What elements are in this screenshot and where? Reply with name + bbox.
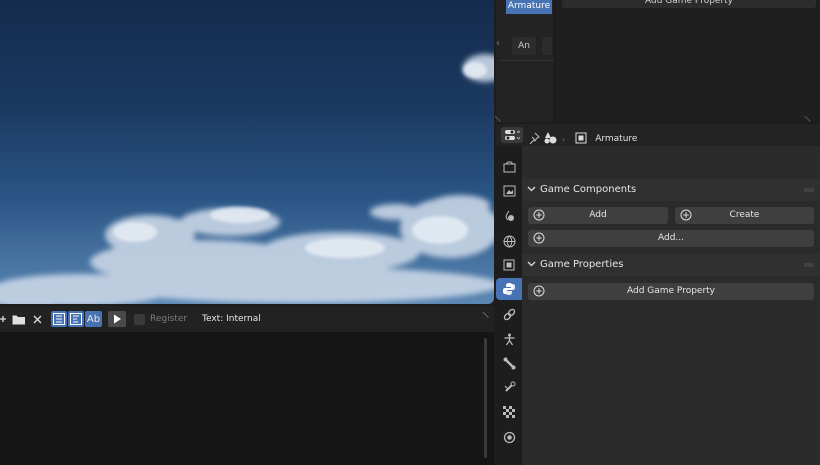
scrollbar[interactable] bbox=[484, 338, 487, 458]
breadcrumb-separator-icon: › bbox=[562, 134, 566, 144]
corner-handle-icon[interactable] bbox=[494, 109, 507, 123]
corner-handle-icon[interactable] bbox=[804, 109, 817, 123]
armature-item[interactable]: Armature bbox=[506, 0, 552, 14]
sky-background bbox=[0, 54, 494, 304]
drag-grip-icon[interactable] bbox=[804, 263, 814, 267]
physics-icon[interactable] bbox=[498, 303, 520, 325]
register-label: Register bbox=[150, 314, 188, 324]
add-game-property-button-top[interactable]: Add Game Property bbox=[562, 0, 816, 8]
text-editor-body[interactable] bbox=[0, 332, 494, 465]
line-numbers-icon[interactable] bbox=[51, 311, 67, 327]
game-logic-icon[interactable] bbox=[496, 278, 522, 300]
scene-icon[interactable] bbox=[498, 205, 520, 227]
render-icon[interactable] bbox=[498, 156, 520, 178]
text-editor[interactable]: Ab Register Text: Internal bbox=[0, 306, 494, 465]
add-component-label: Add bbox=[589, 210, 607, 220]
add-more-component-button[interactable]: Add... bbox=[528, 230, 814, 247]
breadcrumb: › Armature bbox=[528, 132, 637, 146]
scroll-left-arrow-icon[interactable]: ‹ bbox=[496, 38, 500, 49]
pin-icon[interactable] bbox=[528, 132, 540, 147]
top-right-list: Armature ‹ An bbox=[494, 0, 555, 123]
object-type-icon bbox=[575, 132, 587, 147]
toolbar-overflow[interactable] bbox=[542, 37, 552, 55]
properties-content: › Armature Game Components Add Create Ad… bbox=[522, 132, 820, 465]
an-button[interactable]: An bbox=[512, 37, 536, 55]
game-properties-title: Game Properties bbox=[540, 259, 624, 270]
close-icon[interactable] bbox=[30, 311, 44, 327]
object-icon[interactable] bbox=[498, 254, 520, 276]
add-game-property-button[interactable]: Add Game Property bbox=[528, 283, 814, 300]
text-datablock-name: Text: Internal bbox=[202, 314, 261, 324]
create-component-label: Create bbox=[729, 210, 760, 220]
armature-data-icon bbox=[544, 131, 558, 147]
game-properties-panel-header[interactable]: Game Properties bbox=[522, 254, 820, 276]
chevron-down-icon bbox=[527, 259, 536, 271]
run-script-icon[interactable] bbox=[108, 311, 126, 327]
word-wrap-icon[interactable] bbox=[68, 311, 84, 327]
bone-icon[interactable] bbox=[498, 352, 520, 374]
game-components-panel-header[interactable]: Game Components bbox=[522, 179, 820, 201]
bone-constraint-icon[interactable] bbox=[498, 376, 520, 398]
add-game-property-label: Add Game Property bbox=[626, 286, 716, 296]
editor-type-icon[interactable] bbox=[501, 127, 523, 143]
syntax-highlight-icon[interactable]: Ab bbox=[85, 311, 102, 327]
object-data-armature-icon[interactable] bbox=[498, 328, 520, 350]
texture-icon[interactable] bbox=[498, 401, 520, 423]
open-folder-icon[interactable] bbox=[11, 311, 27, 327]
world-icon[interactable] bbox=[498, 230, 520, 252]
top-right-editor: Armature ‹ An Add Game Property bbox=[494, 0, 820, 123]
properties-tabs bbox=[496, 146, 522, 465]
output-icon[interactable] bbox=[498, 180, 520, 202]
divider bbox=[500, 60, 554, 61]
game-components-title: Game Components bbox=[540, 184, 637, 195]
add-game-property-label: Add Game Property bbox=[644, 0, 734, 6]
shading-icon[interactable] bbox=[498, 426, 520, 448]
register-checkbox[interactable] bbox=[133, 311, 145, 327]
new-text-icon[interactable] bbox=[0, 311, 8, 327]
viewport-3d[interactable] bbox=[0, 0, 494, 304]
text-editor-header: Ab Register Text: Internal bbox=[0, 306, 494, 332]
properties-editor: › Armature Game Components Add Create Ad… bbox=[496, 124, 820, 465]
drag-grip-icon[interactable] bbox=[804, 188, 814, 192]
create-component-button[interactable]: Create bbox=[675, 207, 814, 224]
chevron-down-icon bbox=[527, 184, 536, 196]
add-component-button[interactable]: Add bbox=[528, 207, 668, 224]
add-more-component-label: Add... bbox=[657, 233, 684, 243]
breadcrumb-object-name: Armature bbox=[595, 134, 638, 144]
